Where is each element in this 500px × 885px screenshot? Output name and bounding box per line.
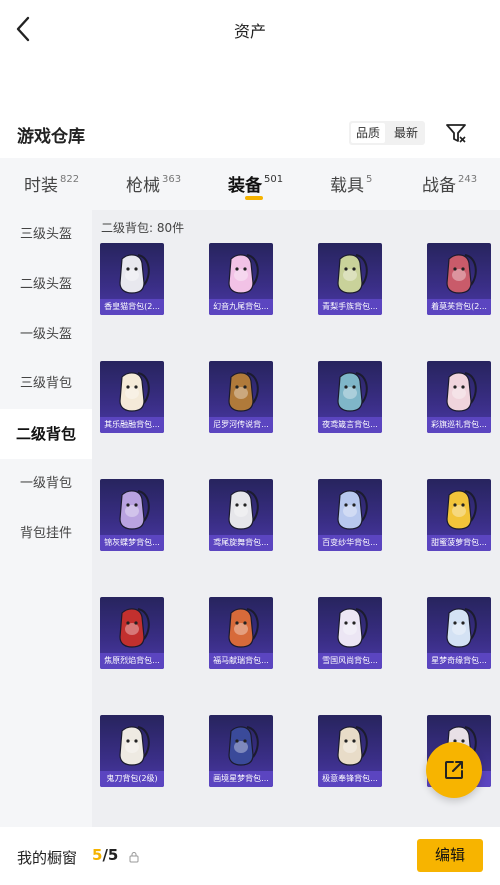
backpack-icon [337, 372, 368, 412]
item-card[interactable]: 百变纱华背包... [318, 479, 382, 551]
backpack-icon [337, 726, 368, 766]
item-card[interactable]: 其乐融融背包... [100, 361, 164, 433]
lock-icon [129, 852, 139, 863]
backpack-icon [337, 608, 368, 648]
item-name: 锦灰蝶梦背包... [100, 535, 164, 551]
sidebar-item-backpack-pendant[interactable]: 背包挂件 [0, 509, 92, 559]
item-name: 香皇猫背包(2... [100, 299, 164, 315]
item-card[interactable]: 锦灰蝶梦背包... [100, 479, 164, 551]
backpack-icon [446, 490, 477, 530]
tab-supplies[interactable]: 战备 243 [422, 171, 477, 196]
tab-fashion[interactable]: 时装 822 [24, 171, 79, 196]
tab-equipment[interactable]: 装备 501 [228, 171, 283, 196]
item-name: 焦原烈焰背包... [100, 653, 164, 669]
item-card[interactable]: 极意奉锋背包... [318, 715, 382, 787]
backpack-icon [119, 254, 150, 294]
item-name: 画境星梦背包... [209, 771, 273, 787]
item-card[interactable]: 尼罗河传说背... [209, 361, 273, 433]
category-tabs: 时装 822 枪械 363 装备 501 载具 5 战备 243 [0, 158, 500, 210]
backpack-icon [446, 372, 477, 412]
backpack-icon [337, 490, 368, 530]
tab-vehicles[interactable]: 载具 5 [330, 171, 372, 196]
page-title: 资产 [233, 22, 266, 41]
sort-latest-button[interactable]: 最新 [387, 121, 425, 145]
backpack-icon [228, 608, 259, 648]
backpack-icon [228, 372, 259, 412]
bottom-bar: 我的橱窗 5/5 编辑 [0, 827, 500, 885]
top-bar: 资产 [0, 0, 500, 58]
item-name: 彩旗巡礼背包... [427, 417, 491, 433]
sort-quality-button[interactable]: 品质 [351, 123, 386, 143]
item-grid: 二级背包: 80件 香皇猫背包(2... 幻音九尾背包... 青梨手族背包... 着莫… [92, 210, 500, 827]
backpack-icon [119, 726, 150, 766]
item-name: 青梨手族背包... [318, 299, 382, 315]
warehouse-title: 游戏仓库 [17, 127, 85, 147]
item-name: 福马献瑞背包... [209, 653, 273, 669]
tab-guns[interactable]: 枪械 363 [126, 171, 181, 196]
sidebar-item-helmet-1[interactable]: 一级头盔 [0, 310, 92, 360]
item-name: 极意奉锋背包... [318, 771, 382, 787]
item-name: 幻音九尾背包... [209, 299, 273, 315]
backpack-icon [228, 726, 259, 766]
item-name: 星梦奇缘背包... [427, 653, 491, 669]
item-name: 鸢尾旋舞背包... [209, 535, 273, 551]
item-card[interactable]: 着莫芙背包(2... [427, 243, 491, 315]
item-card[interactable]: 彩旗巡礼背包... [427, 361, 491, 433]
backpack-icon [446, 608, 477, 648]
backpack-icon [228, 490, 259, 530]
item-name: 甜蜜菠萝背包... [427, 535, 491, 551]
item-card[interactable]: 幻音九尾背包... [209, 243, 273, 315]
backpack-icon [119, 608, 150, 648]
filter-icon[interactable] [444, 121, 468, 145]
share-external-icon [445, 761, 463, 779]
active-tab-indicator [245, 196, 263, 200]
item-name: 着莫芙背包(2... [427, 299, 491, 315]
backpack-icon [119, 490, 150, 530]
backpack-icon [446, 254, 477, 294]
item-name: 鬼刀背包(2级) [100, 771, 164, 787]
item-card[interactable]: 香皇猫背包(2... [100, 243, 164, 315]
sidebar-item-helmet-3[interactable]: 三级头盔 [0, 210, 92, 260]
edit-button[interactable]: 编辑 [417, 839, 483, 872]
sidebar: 三级头盔 二级头盔 一级头盔 三级背包 二级背包 一级背包 背包挂件 [0, 210, 92, 827]
item-card[interactable]: 福马献瑞背包... [209, 597, 273, 669]
item-card[interactable]: 鸢尾旋舞背包... [209, 479, 273, 551]
item-name: 其乐融融背包... [100, 417, 164, 433]
sidebar-item-backpack-2[interactable]: 二级背包 [0, 409, 92, 459]
item-name: 尼罗河传说背... [209, 417, 273, 433]
showcase-count: 5/5 [92, 846, 119, 864]
item-card[interactable]: 夜鸢箴言背包... [318, 361, 382, 433]
item-name: 夜鸢箴言背包... [318, 417, 382, 433]
item-card[interactable]: 星梦奇缘背包... [427, 597, 491, 669]
sort-toggle: 品质 最新 [349, 121, 426, 145]
item-card[interactable]: 雪国风尚背包... [318, 597, 382, 669]
sidebar-item-backpack-1[interactable]: 一级背包 [0, 459, 92, 509]
backpack-icon [228, 254, 259, 294]
item-card[interactable]: 甜蜜菠萝背包... [427, 479, 491, 551]
item-count-label: 二级背包: 80件 [101, 221, 185, 235]
backpack-icon [337, 254, 368, 294]
item-card[interactable]: 青梨手族背包... [318, 243, 382, 315]
sidebar-item-helmet-2[interactable]: 二级头盔 [0, 260, 92, 310]
item-name: 雪国风尚背包... [318, 653, 382, 669]
showcase-label: 我的橱窗 [17, 849, 78, 867]
item-card[interactable]: 鬼刀背包(2级) [100, 715, 164, 787]
item-card[interactable]: 画境星梦背包... [209, 715, 273, 787]
item-card[interactable]: 焦原烈焰背包... [100, 597, 164, 669]
sidebar-item-backpack-3[interactable]: 三级背包 [0, 359, 92, 409]
backpack-icon [119, 372, 150, 412]
item-name: 百变纱华背包... [318, 535, 382, 551]
share-button[interactable] [426, 742, 482, 798]
